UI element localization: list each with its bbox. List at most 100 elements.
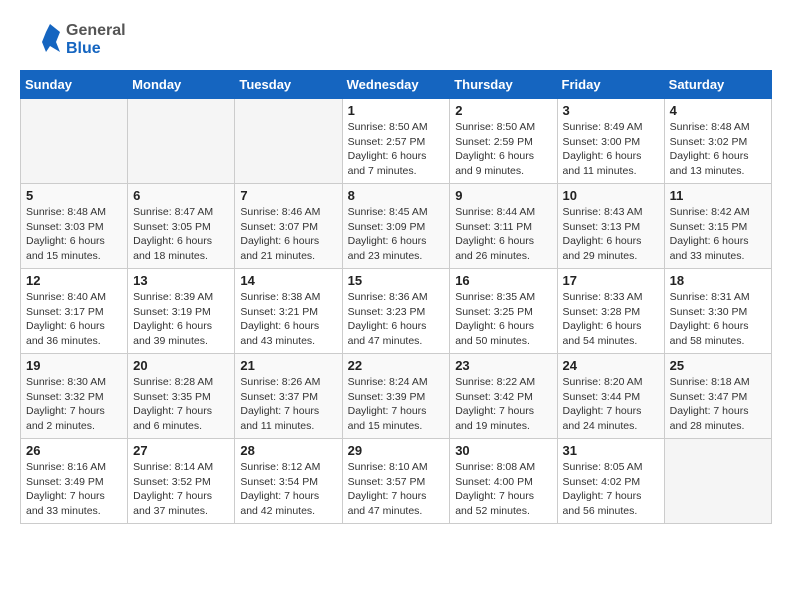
day-number: 1 <box>348 103 445 118</box>
day-number: 31 <box>563 443 659 458</box>
day-number: 12 <box>26 273 122 288</box>
day-info: Sunrise: 8:43 AM Sunset: 3:13 PM Dayligh… <box>563 205 659 264</box>
day-number: 2 <box>455 103 551 118</box>
day-info: Sunrise: 8:36 AM Sunset: 3:23 PM Dayligh… <box>348 290 445 349</box>
calendar-cell <box>235 99 342 184</box>
logo: General Blue <box>20 20 126 60</box>
day-info: Sunrise: 8:45 AM Sunset: 3:09 PM Dayligh… <box>348 205 445 264</box>
calendar-cell: 1 Sunrise: 8:50 AM Sunset: 2:57 PM Daylig… <box>342 99 450 184</box>
calendar-cell: 28 Sunrise: 8:12 AM Sunset: 3:54 PM Dayli… <box>235 439 342 524</box>
weekday-header: Sunday <box>21 71 128 99</box>
day-number: 28 <box>240 443 336 458</box>
day-info: Sunrise: 8:20 AM Sunset: 3:44 PM Dayligh… <box>563 375 659 434</box>
day-info: Sunrise: 8:33 AM Sunset: 3:28 PM Dayligh… <box>563 290 659 349</box>
weekday-header: Wednesday <box>342 71 450 99</box>
calendar-cell: 18 Sunrise: 8:31 AM Sunset: 3:30 PM Dayli… <box>664 269 771 354</box>
day-number: 3 <box>563 103 659 118</box>
calendar-cell: 14 Sunrise: 8:38 AM Sunset: 3:21 PM Dayli… <box>235 269 342 354</box>
day-info: Sunrise: 8:40 AM Sunset: 3:17 PM Dayligh… <box>26 290 122 349</box>
day-info: Sunrise: 8:31 AM Sunset: 3:30 PM Dayligh… <box>670 290 766 349</box>
day-info: Sunrise: 8:49 AM Sunset: 3:00 PM Dayligh… <box>563 120 659 179</box>
week-row: 12 Sunrise: 8:40 AM Sunset: 3:17 PM Dayli… <box>21 269 772 354</box>
week-row: 5 Sunrise: 8:48 AM Sunset: 3:03 PM Daylig… <box>21 184 772 269</box>
day-number: 29 <box>348 443 445 458</box>
day-info: Sunrise: 8:08 AM Sunset: 4:00 PM Dayligh… <box>455 460 551 519</box>
calendar-cell: 16Sunrise: 8:35 AM Sunset: 3:25 PM Dayli… <box>450 269 557 354</box>
day-number: 21 <box>240 358 336 373</box>
calendar-cell: 13Sunrise: 8:39 AM Sunset: 3:19 PM Dayli… <box>128 269 235 354</box>
weekday-header: Saturday <box>664 71 771 99</box>
header: General Blue <box>20 20 772 60</box>
calendar-cell: 11Sunrise: 8:42 AM Sunset: 3:15 PM Dayli… <box>664 184 771 269</box>
day-info: Sunrise: 8:39 AM Sunset: 3:19 PM Dayligh… <box>133 290 229 349</box>
calendar-cell: 10Sunrise: 8:43 AM Sunset: 3:13 PM Dayli… <box>557 184 664 269</box>
day-info: Sunrise: 8:24 AM Sunset: 3:39 PM Dayligh… <box>348 375 445 434</box>
day-info: Sunrise: 8:22 AM Sunset: 3:42 PM Dayligh… <box>455 375 551 434</box>
calendar-cell <box>128 99 235 184</box>
calendar-cell: 19Sunrise: 8:30 AM Sunset: 3:32 PM Dayli… <box>21 354 128 439</box>
day-number: 6 <box>133 188 229 203</box>
day-number: 15 <box>348 273 445 288</box>
day-number: 27 <box>133 443 229 458</box>
calendar-cell: 5 Sunrise: 8:48 AM Sunset: 3:03 PM Daylig… <box>21 184 128 269</box>
day-info: Sunrise: 8:48 AM Sunset: 3:03 PM Dayligh… <box>26 205 122 264</box>
weekday-header: Thursday <box>450 71 557 99</box>
weekday-header: Monday <box>128 71 235 99</box>
day-number: 25 <box>670 358 766 373</box>
logo-svg <box>20 20 60 60</box>
calendar-cell: 21 Sunrise: 8:26 AM Sunset: 3:37 PM Dayli… <box>235 354 342 439</box>
weekday-header: Tuesday <box>235 71 342 99</box>
day-info: Sunrise: 8:05 AM Sunset: 4:02 PM Dayligh… <box>563 460 659 519</box>
week-row: 19Sunrise: 8:30 AM Sunset: 3:32 PM Dayli… <box>21 354 772 439</box>
logo-text: General Blue <box>66 22 126 58</box>
day-info: Sunrise: 8:50 AM Sunset: 2:57 PM Dayligh… <box>348 120 445 179</box>
calendar-cell: 4 Sunrise: 8:48 AM Sunset: 3:02 PM Daylig… <box>664 99 771 184</box>
day-number: 22 <box>348 358 445 373</box>
calendar-cell: 31 Sunrise: 8:05 AM Sunset: 4:02 PM Dayli… <box>557 439 664 524</box>
calendar-cell: 3 Sunrise: 8:49 AM Sunset: 3:00 PM Daylig… <box>557 99 664 184</box>
calendar-cell: 23Sunrise: 8:22 AM Sunset: 3:42 PM Dayli… <box>450 354 557 439</box>
calendar-cell <box>664 439 771 524</box>
day-number: 18 <box>670 273 766 288</box>
calendar-cell: 24 Sunrise: 8:20 AM Sunset: 3:44 PM Dayli… <box>557 354 664 439</box>
day-number: 4 <box>670 103 766 118</box>
day-number: 14 <box>240 273 336 288</box>
day-number: 8 <box>348 188 445 203</box>
day-info: Sunrise: 8:30 AM Sunset: 3:32 PM Dayligh… <box>26 375 122 434</box>
day-number: 11 <box>670 188 766 203</box>
day-info: Sunrise: 8:26 AM Sunset: 3:37 PM Dayligh… <box>240 375 336 434</box>
day-info: Sunrise: 8:48 AM Sunset: 3:02 PM Dayligh… <box>670 120 766 179</box>
day-info: Sunrise: 8:14 AM Sunset: 3:52 PM Dayligh… <box>133 460 229 519</box>
day-info: Sunrise: 8:16 AM Sunset: 3:49 PM Dayligh… <box>26 460 122 519</box>
day-info: Sunrise: 8:12 AM Sunset: 3:54 PM Dayligh… <box>240 460 336 519</box>
week-row: 26Sunrise: 8:16 AM Sunset: 3:49 PM Dayli… <box>21 439 772 524</box>
calendar-cell: 27 Sunrise: 8:14 AM Sunset: 3:52 PM Dayli… <box>128 439 235 524</box>
calendar-cell: 8 Sunrise: 8:45 AM Sunset: 3:09 PM Daylig… <box>342 184 450 269</box>
day-number: 5 <box>26 188 122 203</box>
day-number: 24 <box>563 358 659 373</box>
calendar-cell: 26Sunrise: 8:16 AM Sunset: 3:49 PM Dayli… <box>21 439 128 524</box>
day-number: 7 <box>240 188 336 203</box>
day-number: 17 <box>563 273 659 288</box>
calendar-cell: 29 Sunrise: 8:10 AM Sunset: 3:57 PM Dayli… <box>342 439 450 524</box>
day-info: Sunrise: 8:38 AM Sunset: 3:21 PM Dayligh… <box>240 290 336 349</box>
calendar-cell: 12 Sunrise: 8:40 AM Sunset: 3:17 PM Dayli… <box>21 269 128 354</box>
day-info: Sunrise: 8:10 AM Sunset: 3:57 PM Dayligh… <box>348 460 445 519</box>
calendar-cell: 7 Sunrise: 8:46 AM Sunset: 3:07 PM Daylig… <box>235 184 342 269</box>
day-number: 30 <box>455 443 551 458</box>
calendar-cell: 15 Sunrise: 8:36 AM Sunset: 3:23 PM Dayli… <box>342 269 450 354</box>
calendar-cell: 2 Sunrise: 8:50 AM Sunset: 2:59 PM Daylig… <box>450 99 557 184</box>
calendar-cell: 22 Sunrise: 8:24 AM Sunset: 3:39 PM Dayli… <box>342 354 450 439</box>
day-number: 16 <box>455 273 551 288</box>
calendar-cell: 25Sunrise: 8:18 AM Sunset: 3:47 PM Dayli… <box>664 354 771 439</box>
day-info: Sunrise: 8:46 AM Sunset: 3:07 PM Dayligh… <box>240 205 336 264</box>
day-info: Sunrise: 8:50 AM Sunset: 2:59 PM Dayligh… <box>455 120 551 179</box>
calendar-cell: 9 Sunrise: 8:44 AM Sunset: 3:11 PM Daylig… <box>450 184 557 269</box>
weekday-header: Friday <box>557 71 664 99</box>
calendar-cell: 6Sunrise: 8:47 AM Sunset: 3:05 PM Daylig… <box>128 184 235 269</box>
calendar-cell: 30 Sunrise: 8:08 AM Sunset: 4:00 PM Dayli… <box>450 439 557 524</box>
calendar-cell: 17 Sunrise: 8:33 AM Sunset: 3:28 PM Dayli… <box>557 269 664 354</box>
day-number: 9 <box>455 188 551 203</box>
day-info: Sunrise: 8:28 AM Sunset: 3:35 PM Dayligh… <box>133 375 229 434</box>
day-info: Sunrise: 8:44 AM Sunset: 3:11 PM Dayligh… <box>455 205 551 264</box>
